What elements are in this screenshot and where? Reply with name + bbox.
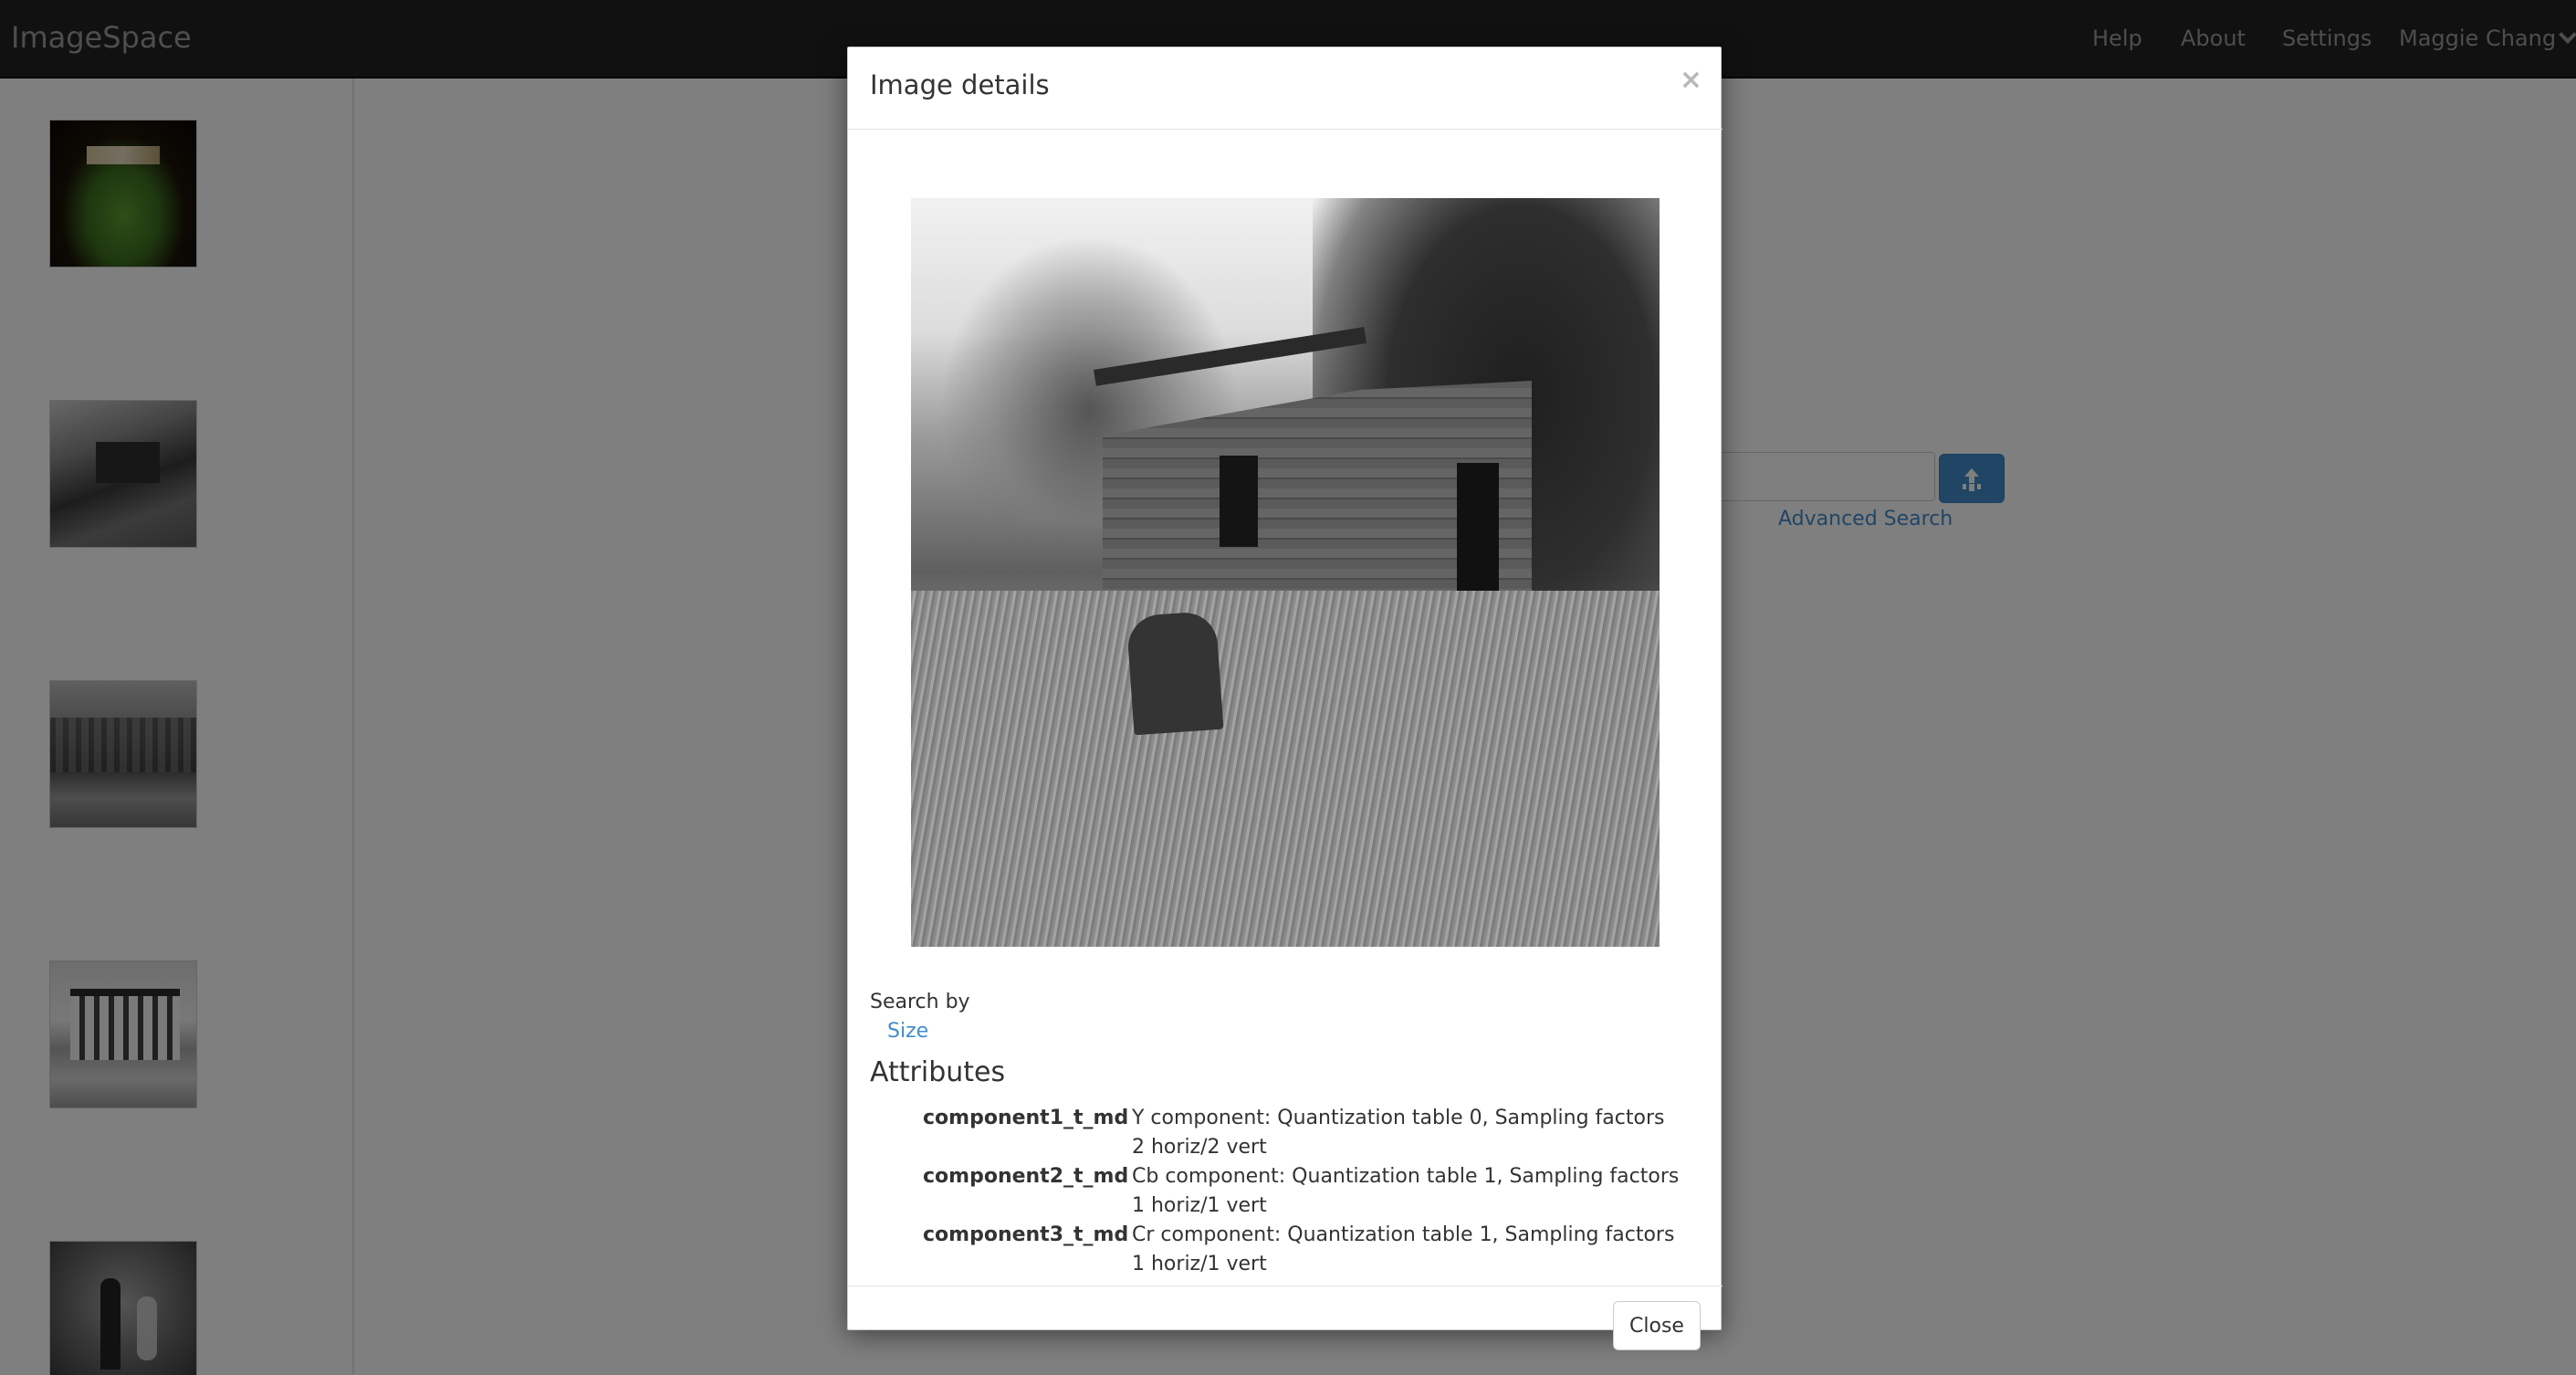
attribute-value: Y component: Quantization table 0, Sampl… (1132, 1107, 1665, 1159)
image-window (1220, 456, 1258, 547)
image-details-modal: Image details × Search by Size Attribute… (847, 47, 1723, 1350)
close-icon[interactable]: × (1680, 64, 1702, 96)
modal-title: Image details (870, 69, 1050, 100)
close-button[interactable]: Close (1613, 1301, 1701, 1350)
image-gravestone (1126, 610, 1224, 736)
modal-body: Search by Size Attributes component1_t_m… (848, 131, 1723, 1286)
attribute-key: component1_t_md (923, 1107, 1129, 1129)
image-preview (911, 198, 1660, 947)
modal-footer (848, 1286, 1723, 1331)
modal-header: Image details × (848, 47, 1723, 130)
attribute-value: Cb component: Quantization table 1, Samp… (1132, 1165, 1680, 1217)
attribute-key: component2_t_md (923, 1165, 1129, 1188)
search-by-size-link[interactable]: Size (887, 1020, 928, 1043)
attribute-value: Cr component: Quantization table 1, Samp… (1132, 1223, 1675, 1275)
search-by-label: Search by (870, 991, 970, 1013)
image-grass (911, 591, 1660, 947)
image-doorway (1457, 463, 1499, 591)
attribute-key: component3_t_md (923, 1223, 1129, 1246)
attributes-heading: Attributes (870, 1056, 1006, 1088)
